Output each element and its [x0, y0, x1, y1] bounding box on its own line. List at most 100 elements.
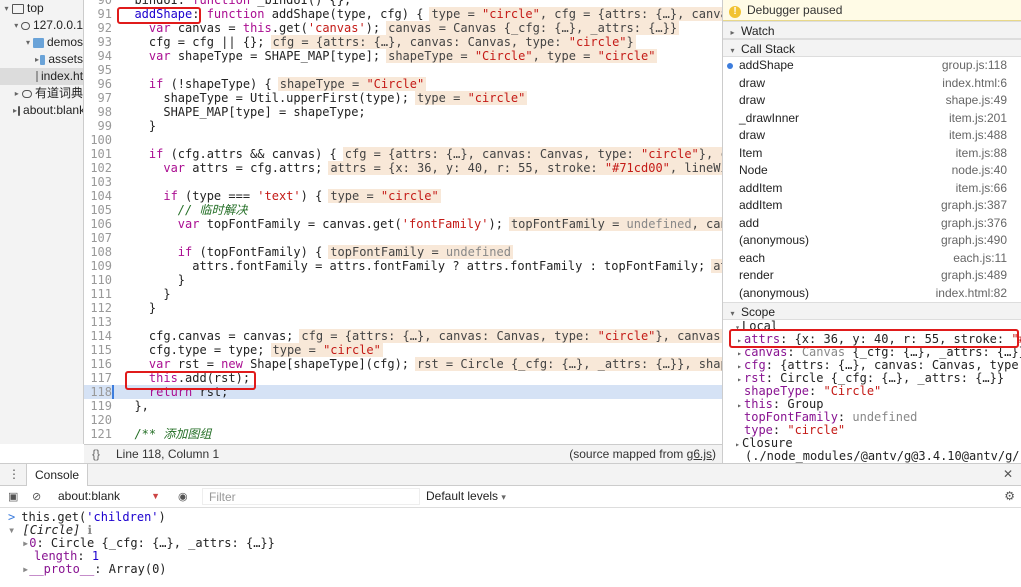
code-line[interactable]: 112 } [84, 301, 722, 315]
tree-item[interactable]: ▾ top [0, 0, 83, 17]
line-number[interactable]: 105 [84, 203, 112, 217]
line-number[interactable]: 118 [84, 385, 112, 399]
line-number[interactable]: 96 [84, 77, 112, 91]
tree-item[interactable]: ▾ demos [0, 34, 83, 51]
code-line[interactable]: 119 }, [84, 399, 722, 413]
source-file-link[interactable]: g6.js [687, 447, 712, 461]
code-line[interactable]: 95 [84, 63, 722, 77]
line-number[interactable]: 119 [84, 399, 112, 413]
console-line[interactable]: > this.get('children') [8, 511, 1013, 524]
code-line[interactable]: 114 cfg.canvas = canvas; cfg = {attrs: {…… [84, 329, 722, 343]
callstack-frame[interactable]: addShape group.js:118 [723, 57, 1021, 75]
frame-location[interactable]: item.js:488 [949, 127, 1007, 145]
line-number[interactable]: 98 [84, 105, 112, 119]
scope-variable[interactable]: ▸ cfg: {attrs: {…}, canvas: Canvas, type:… [735, 359, 1021, 372]
callstack-frame[interactable]: draw item.js:488 [723, 127, 1021, 145]
line-number[interactable]: 116 [84, 357, 112, 371]
callstack-frame[interactable]: addItem item.js:66 [723, 180, 1021, 198]
line-number[interactable]: 99 [84, 119, 112, 133]
code-line[interactable]: 115 cfg.type = type; type = "circle" [84, 343, 722, 357]
code-editor[interactable]: 90 bindUI: function _bindUI() {}, 91 addS… [84, 0, 722, 444]
tree-item[interactable]: ▸ 有道词典 [0, 85, 83, 102]
frame-location[interactable]: graph.js:387 [941, 197, 1007, 215]
frame-location[interactable]: shape.js:49 [946, 92, 1007, 110]
code-line[interactable]: 90 bindUI: function _bindUI() {}, [84, 0, 722, 7]
callstack-frame[interactable]: Node node.js:40 [723, 162, 1021, 180]
gear-icon[interactable]: ⚙ [1004, 489, 1015, 503]
scope-variable[interactable]: shapeType: "Circle" [735, 385, 1021, 398]
pretty-print-button[interactable]: {} [92, 445, 100, 463]
callstack-frame[interactable]: draw index.html:6 [723, 75, 1021, 93]
code-line[interactable]: 106 var topFontFamily = canvas.get('font… [84, 217, 722, 231]
closure-scope-header[interactable]: ▸ Closure [733, 437, 1021, 450]
tab-console[interactable]: Console [26, 464, 89, 486]
close-icon[interactable]: ✕ [1003, 467, 1013, 481]
line-number[interactable]: 115 [84, 343, 112, 357]
scope-variable[interactable]: type: "circle" [735, 424, 1021, 437]
code-line[interactable]: 101 if (cfg.attrs && canvas) {cfg = {att… [84, 147, 722, 161]
code-line[interactable]: 121 /** 添加图组 [84, 427, 722, 441]
log-levels-dropdown[interactable]: Default levels ▾ [426, 489, 506, 503]
filter-input[interactable]: Filter [202, 488, 420, 505]
line-number[interactable]: 121 [84, 427, 112, 441]
callstack-frame[interactable]: each each.js:11 [723, 250, 1021, 268]
code-line[interactable]: 111 } [84, 287, 722, 301]
tree-item[interactable]: ▸ about:blank [0, 102, 83, 119]
line-number[interactable]: 95 [84, 63, 112, 77]
code-line[interactable]: 93 cfg = cfg || {}; cfg = {attrs: {…}, ca… [84, 35, 722, 49]
console-line[interactable]: ▸__proto__: Array(0) [8, 563, 1013, 576]
line-number[interactable]: 109 [84, 259, 112, 273]
frame-location[interactable]: graph.js:490 [941, 232, 1007, 250]
code-line[interactable]: 113 [84, 315, 722, 329]
code-line[interactable]: 110 } [84, 273, 722, 287]
line-number[interactable]: 114 [84, 329, 112, 343]
line-number[interactable]: 94 [84, 49, 112, 63]
line-number[interactable]: 110 [84, 273, 112, 287]
callstack-frame[interactable]: (anonymous) index.html:82 [723, 285, 1021, 303]
callstack-frame[interactable]: draw shape.js:49 [723, 92, 1021, 110]
code-line[interactable]: 94 var shapeType = SHAPE_MAP[type]; shape… [84, 49, 722, 63]
line-number[interactable]: 120 [84, 413, 112, 427]
tree-item[interactable]: index.html [0, 68, 83, 85]
line-number[interactable]: 97 [84, 91, 112, 105]
line-number[interactable]: 117 [84, 371, 112, 385]
line-number[interactable]: 90 [84, 0, 112, 7]
code-line[interactable]: 96 if (!shapeType) {shapeType = "Circle" [84, 77, 722, 91]
callstack-section-header[interactable]: ▾ Call Stack [723, 39, 1021, 57]
scope-section-header[interactable]: ▾ Scope [723, 302, 1021, 320]
callstack-frame[interactable]: add graph.js:376 [723, 215, 1021, 233]
code-line[interactable]: 120 [84, 413, 722, 427]
frame-location[interactable]: group.js:118 [942, 57, 1007, 75]
code-line[interactable]: 107 [84, 231, 722, 245]
line-number[interactable]: 100 [84, 133, 112, 147]
frame-location[interactable]: graph.js:489 [941, 267, 1007, 285]
code-line[interactable]: 105 // 临时解决 [84, 203, 722, 217]
frame-location[interactable]: item.js:88 [956, 145, 1007, 163]
scope-variable[interactable]: ▸ this: Group [735, 398, 1021, 411]
code-line[interactable]: 97 shapeType = Util.upperFirst(type); typ… [84, 91, 722, 105]
frame-location[interactable]: each.js:11 [953, 250, 1007, 268]
callstack-frame[interactable]: (anonymous) graph.js:490 [723, 232, 1021, 250]
code-line[interactable]: 116 var rst = new Shape[shapeType](cfg);… [84, 357, 722, 371]
sidebar-toggle-icon[interactable]: ▣ [8, 490, 18, 503]
code-line[interactable]: 109 attrs.fontFamily = attrs.fontFamily … [84, 259, 722, 273]
frame-location[interactable]: item.js:201 [949, 110, 1007, 128]
frame-location[interactable]: node.js:40 [952, 162, 1007, 180]
line-number[interactable]: 108 [84, 245, 112, 259]
code-line[interactable]: 98 SHAPE_MAP[type] = shapeType; [84, 105, 722, 119]
line-number[interactable]: 106 [84, 217, 112, 231]
frame-location[interactable]: index.html:82 [936, 285, 1007, 303]
code-line[interactable]: 104 if (type === 'text') {type = "circle… [84, 189, 722, 203]
line-number[interactable]: 104 [84, 189, 112, 203]
line-number[interactable]: 111 [84, 287, 112, 301]
code-line[interactable]: 103 [84, 175, 722, 189]
console-output[interactable]: > this.get('children') ▾ [Circle] ℹ ▸0: Cir… [0, 508, 1021, 579]
code-line[interactable]: 100 [84, 133, 722, 147]
line-number[interactable]: 92 [84, 21, 112, 35]
closure-item[interactable]: (./node_modules/@antv/g@3.4.10@antv/g/..… [735, 450, 1021, 463]
watch-section-header[interactable]: ▸ Watch [723, 21, 1021, 39]
tree-item[interactable]: ▸ assets [0, 51, 83, 68]
scope-variable[interactable]: topFontFamily: undefined [735, 411, 1021, 424]
code-line[interactable]: 108 if (topFontFamily) {topFontFamily = … [84, 245, 722, 259]
line-number[interactable]: 112 [84, 301, 112, 315]
